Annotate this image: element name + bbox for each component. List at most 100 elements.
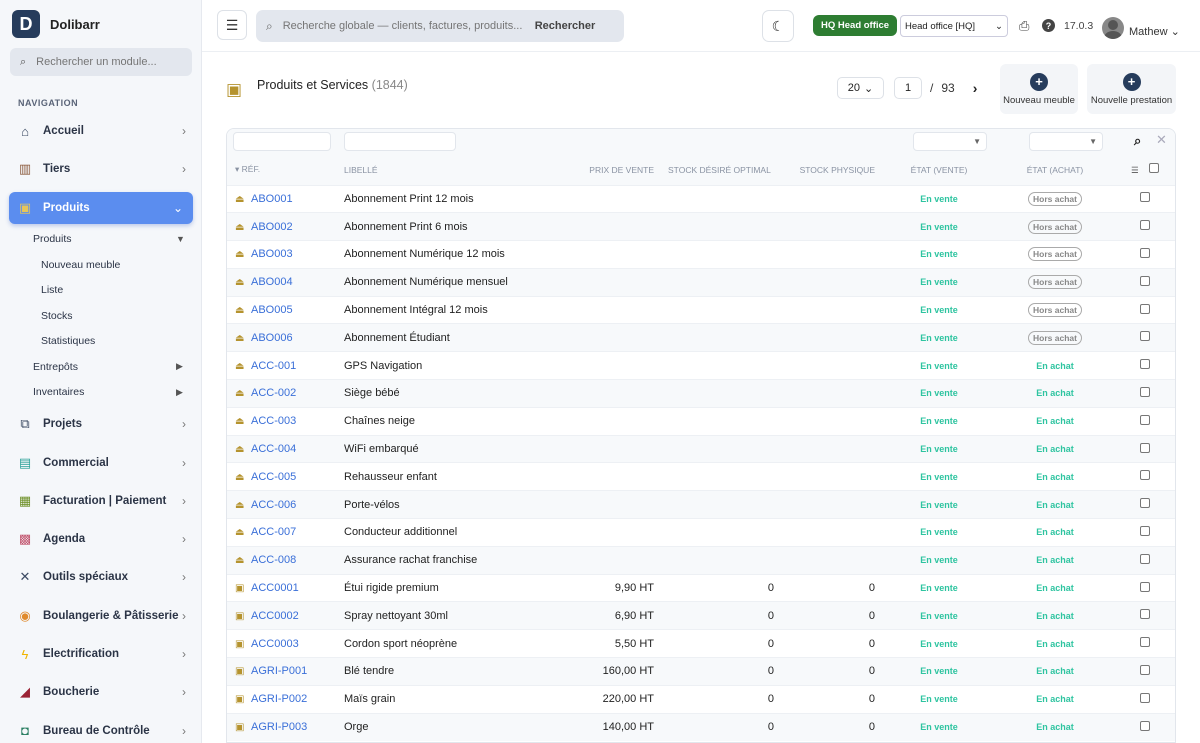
sidebar-item-produits[interactable]: ▣ Produits ⌄ [9,191,193,224]
sidebar-item-commercial[interactable]: ▤ Commercial › [0,443,202,481]
dark-mode-toggle[interactable]: ☾ [762,10,794,42]
row-checkbox[interactable] [1140,359,1150,370]
select-all-checkbox[interactable] [1149,163,1159,174]
sidebar-item-electrification[interactable]: ϟ Electrification › [0,635,202,673]
row-checkbox[interactable] [1140,637,1150,648]
new-furniture-button[interactable]: + Nouveau meuble [1000,64,1078,114]
table-row[interactable]: ▣ AGRI-P003 Orge 140,00 HT 0 0 En vente E… [227,713,1175,741]
table-row[interactable]: ⏏ ABO004 Abonnement Numérique mensuel En … [227,268,1175,297]
table-row[interactable]: ⏏ ACC-002 Siège bébé En vente En achat [227,379,1175,408]
search-icon[interactable]: ⌕ [1134,133,1141,149]
table-row[interactable]: ▣ ACC0002 Spray nettoyant 30ml 6,90 HT 0 … [227,601,1175,630]
entity-select[interactable]: Head office [HQ] ⌄ [900,15,1008,37]
row-checkbox[interactable] [1140,664,1150,675]
clear-filter-icon[interactable]: ✕ [1156,132,1167,148]
product-ref-link[interactable]: AGRI-P001 [251,665,307,677]
printer-icon[interactable]: ⎙ [1019,18,1029,34]
table-row[interactable]: ⏏ ABO005 Abonnement Intégral 12 mois En v… [227,296,1175,324]
row-checkbox[interactable] [1140,275,1150,286]
product-ref-link[interactable]: ACC-002 [251,387,296,399]
table-row[interactable]: ▣ ACC0001 Étui rigide premium 9,90 HT 0 0… [227,574,1175,602]
product-ref-link[interactable]: ABO005 [251,304,293,316]
row-checkbox[interactable] [1140,414,1150,425]
product-ref-link[interactable]: ACC0003 [251,638,299,650]
row-checkbox[interactable] [1140,553,1150,564]
filter-sale-state-select[interactable]: ▼ [913,132,987,151]
table-row[interactable]: ⏏ ABO006 Abonnement Étudiant En vente Hor… [227,323,1175,352]
sidebar-item-facturation[interactable]: ▦ Facturation | Paiement › [0,482,202,520]
module-search-input[interactable] [36,56,177,68]
column-header-price[interactable]: Prix de vente [576,155,660,185]
user-menu[interactable]: Mathew ⌄ [1129,25,1180,38]
column-header-label[interactable]: Libellé [336,155,576,185]
product-ref-link[interactable]: AGRI-P003 [251,721,307,733]
table-row[interactable]: ⏏ ACC-007 Conducteur additionnel En vente… [227,518,1175,547]
sidebar-subitem-inventaires[interactable]: Inventaires ▶ [0,380,202,406]
sidebar-item-tiers[interactable]: ▥ Tiers › [0,150,202,188]
product-ref-link[interactable]: ABO004 [251,276,293,288]
row-checkbox[interactable] [1140,386,1150,397]
table-row[interactable]: ⏏ ACC-006 Porte-vélos En vente En achat [227,490,1175,519]
row-checkbox[interactable] [1140,220,1150,231]
filter-purchase-state-select[interactable]: ▼ [1029,132,1103,151]
row-checkbox[interactable] [1140,498,1150,509]
page-number-input[interactable]: 1 [894,77,922,99]
product-ref-link[interactable]: ACC-006 [251,499,296,511]
product-ref-link[interactable]: ACC-004 [251,443,296,455]
product-ref-link[interactable]: ACC-001 [251,360,296,372]
page-size-select[interactable]: 20 ⌄ [837,77,884,99]
row-checkbox[interactable] [1140,720,1150,731]
sidebar-item-boulangerie[interactable]: ◉ Boulangerie & Pâtisserie › [0,597,202,635]
row-checkbox[interactable] [1140,192,1150,203]
column-header-purchase-state[interactable]: État (Achat) [997,155,1113,185]
column-header-ref[interactable]: ▾ Réf. [227,155,336,185]
product-ref-link[interactable]: ACC-003 [251,415,296,427]
table-row[interactable]: ⏏ ABO001 Abonnement Print 12 mois En vent… [227,185,1175,213]
help-icon[interactable]: ? [1042,19,1055,32]
list-options-icon[interactable]: ☰ [1131,165,1139,175]
new-service-button[interactable]: + Nouvelle prestation [1087,64,1176,114]
product-ref-link[interactable]: ACC0002 [251,610,299,622]
product-ref-link[interactable]: ACC0001 [251,582,299,594]
row-checkbox[interactable] [1140,442,1150,453]
row-checkbox[interactable] [1140,525,1150,536]
product-ref-link[interactable]: AGRI-P002 [251,693,307,705]
table-row[interactable]: ⏏ ABO003 Abonnement Numérique 12 mois En … [227,240,1175,269]
table-row[interactable]: ⏏ ACC-003 Chaînes neige En vente En achat [227,407,1175,435]
column-header-sale-state[interactable]: État (Vente) [881,155,997,185]
sidebar-subitem-produits[interactable]: Produits ▼ [0,227,202,253]
table-row[interactable]: ⏏ ACC-001 GPS Navigation En vente En acha… [227,351,1175,380]
row-checkbox[interactable] [1140,470,1150,481]
avatar[interactable] [1102,17,1124,39]
sidebar-subitem-stocks[interactable]: Stocks [0,303,202,329]
filter-ref-input[interactable] [233,132,331,151]
sidebar-item-boucherie[interactable]: ◢ Boucherie › [0,673,202,711]
sidebar-item-projets[interactable]: ⧉ Projets › [0,405,202,443]
table-row[interactable]: ▣ AGRI-P002 Maïs grain 220,00 HT 0 0 En v… [227,685,1175,713]
table-row[interactable]: ▣ AGRI-P001 Blé tendre 160,00 HT 0 0 En v… [227,657,1175,686]
global-search-button[interactable]: Rechercher [535,20,596,32]
sidebar-item-outils[interactable]: ✕ Outils spéciaux › [0,558,202,596]
sidebar-subitem-entrepots[interactable]: Entrepôts ▶ [0,354,202,380]
global-search-input[interactable] [282,20,523,32]
next-page-icon[interactable]: › [973,80,978,96]
sidebar-subitem-liste[interactable]: Liste [0,278,202,304]
menu-toggle-button[interactable]: ☰ [217,10,247,40]
brand[interactable]: D Dolibarr [12,10,100,38]
table-row[interactable]: ⏏ ACC-008 Assurance rachat franchise En v… [227,546,1175,575]
sidebar-item-accueil[interactable]: ⌂ Accueil › [0,112,202,150]
product-ref-link[interactable]: ACC-007 [251,526,296,538]
product-ref-link[interactable]: ABO001 [251,193,293,205]
table-row[interactable]: ⏏ ACC-005 Rehausseur enfant En vente En a… [227,462,1175,491]
product-ref-link[interactable]: ABO003 [251,248,293,260]
table-row[interactable]: ⏏ ACC-004 WiFi embarqué En vente En achat [227,435,1175,463]
filter-label-input[interactable] [344,132,456,151]
sidebar-subitem-statistiques[interactable]: Statistiques [0,329,202,355]
sidebar-item-bureau-controle[interactable]: ◘ Bureau de Contrôle › [0,711,202,743]
column-header-stock-desired[interactable]: Stock désiré optimal [660,155,780,185]
row-checkbox[interactable] [1140,331,1150,342]
row-checkbox[interactable] [1140,609,1150,620]
product-ref-link[interactable]: ACC-008 [251,554,296,566]
table-row[interactable]: ⏏ ABO002 Abonnement Print 6 mois En vente… [227,212,1175,241]
module-search[interactable]: ⌕ [10,48,192,76]
